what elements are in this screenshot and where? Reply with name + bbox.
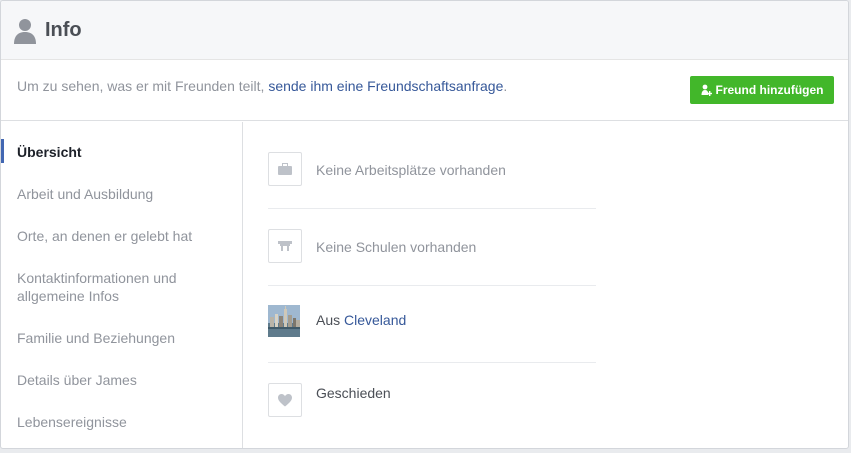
briefcase-icon: [268, 152, 302, 186]
info-sidebar: Übersicht Arbeit und Ausbildung Orte, an…: [1, 122, 243, 448]
cleveland-photo[interactable]: [268, 305, 300, 337]
divider: [268, 285, 596, 286]
notice-suffix: .: [503, 78, 508, 94]
send-friend-request-link[interactable]: sende ihm eine Freundschaftsanfrage: [268, 78, 503, 94]
notice-text: Um zu sehen, was er mit Freunden teilt, …: [17, 78, 507, 94]
sidebar-item-places-lived[interactable]: Orte, an denen er gelebt hat: [17, 227, 232, 245]
heart-icon: [268, 383, 302, 417]
school-icon: [268, 229, 302, 263]
sidebar-item-details[interactable]: Details über James: [17, 371, 232, 389]
relationship-label: Geschieden: [316, 385, 391, 401]
divider: [268, 208, 596, 209]
overview-content: Keine Arbeitsplätze vorhanden Keine Schu…: [244, 122, 848, 448]
active-indicator: [1, 139, 4, 163]
info-card: Info Um zu sehen, was er mit Freunden te…: [0, 0, 849, 449]
sidebar-item-life-events[interactable]: Lebensereignisse: [17, 413, 232, 431]
notice-prefix: Um zu sehen, was er mit Freunden teilt,: [17, 78, 269, 94]
page-title: Info: [45, 19, 82, 41]
person-icon: [14, 19, 36, 44]
add-friend-label: Freund hinzufügen: [715, 83, 824, 97]
sidebar-item-contact-info[interactable]: Kontaktinformationen und allgemeine Info…: [17, 269, 197, 305]
friend-request-notice: Um zu sehen, was er mit Freunden teilt, …: [1, 60, 848, 121]
hometown-prefix: Aus: [316, 312, 345, 328]
add-friend-button[interactable]: Freund hinzufügen: [690, 76, 834, 104]
school-label: Keine Schulen vorhanden: [316, 239, 477, 255]
hometown-label: Aus Cleveland: [316, 312, 406, 328]
add-friend-icon: [701, 84, 712, 96]
sidebar-item-overview[interactable]: Übersicht: [17, 143, 232, 161]
sidebar-item-work-education[interactable]: Arbeit und Ausbildung: [17, 185, 232, 203]
info-header: Info: [1, 1, 848, 60]
work-label: Keine Arbeitsplätze vorhanden: [316, 162, 506, 178]
sidebar-item-family-relationships[interactable]: Familie und Beziehungen: [17, 329, 232, 347]
divider: [268, 362, 596, 363]
cleveland-link[interactable]: Cleveland: [344, 312, 406, 328]
